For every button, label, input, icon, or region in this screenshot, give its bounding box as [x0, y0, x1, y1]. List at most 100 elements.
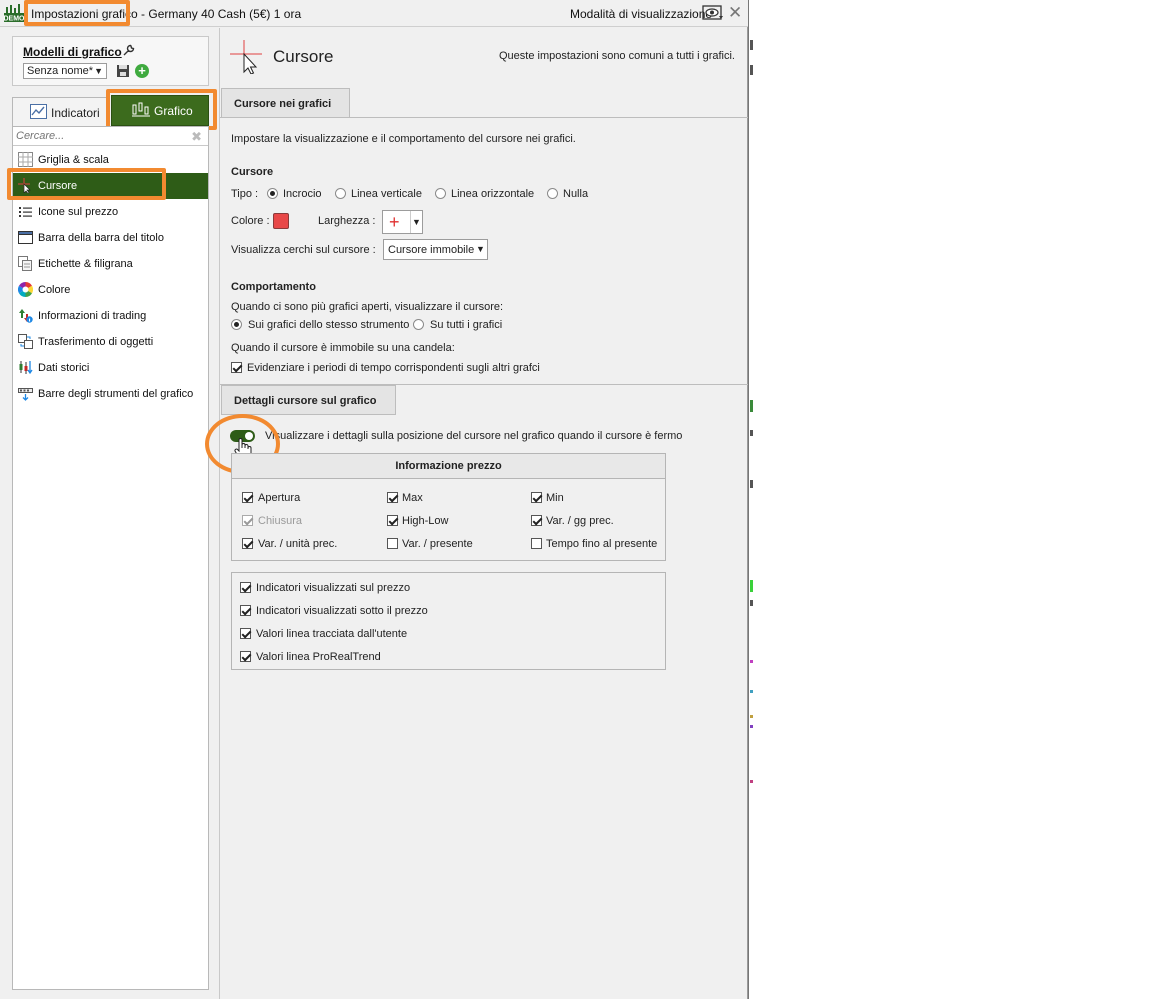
sidebar-item-chart-toolbars[interactable]: Barre degli strumenti del grafico — [13, 381, 208, 407]
sidebar: ✖ Griglia & scala Cursore Icone — [12, 126, 209, 990]
demo-logo-icon: DEMO — [4, 4, 25, 23]
color-swatch[interactable] — [273, 213, 289, 229]
sidebar-item-label: Dati storici — [38, 362, 90, 374]
highlight-periods-checkbox[interactable] — [231, 362, 242, 373]
cursor-details-label: Visualizzare i dettagli sulla posizione … — [265, 430, 683, 442]
type-radio-vertical[interactable] — [335, 188, 346, 199]
chevron-down-icon: ▼ — [410, 211, 422, 233]
section-tab-cursor-details: Dettagli cursore sul grafico — [221, 385, 396, 415]
price-info-checkbox-var-present[interactable] — [387, 538, 398, 549]
background-mark — [750, 65, 753, 75]
tab-indicators-label: Indicatori — [51, 106, 100, 120]
price-info-checkbox-close — [242, 515, 253, 526]
chevron-down-icon: ▼ — [476, 244, 485, 254]
extras-checkbox-prorealtrend[interactable] — [240, 651, 251, 662]
type-radio-none[interactable] — [547, 188, 558, 199]
price-info-checkbox-time-to-present[interactable] — [531, 538, 542, 549]
price-info-box: Informazione prezzo Apertura Max Min Chi… — [231, 453, 666, 561]
model-select-value: Senza nome* — [27, 65, 94, 77]
sidebar-item-label: Barra della barra del titolo — [38, 232, 164, 244]
sidebar-item-grid[interactable]: Griglia & scala — [13, 147, 208, 173]
type-radio-crosshair[interactable] — [267, 188, 278, 199]
chart-settings-icon — [132, 102, 150, 117]
extras-label: Valori linea tracciata dall'utente — [256, 628, 408, 640]
multi-radio-all-charts[interactable] — [413, 319, 424, 330]
extras-checkbox-indicators-below-price[interactable] — [240, 605, 251, 616]
price-info-checkbox-open[interactable] — [242, 492, 253, 503]
price-info-checkbox-max[interactable] — [387, 492, 398, 503]
sidebar-item-color[interactable]: Colore — [13, 277, 208, 303]
view-mode-label[interactable]: Modalità di visualizzazione — [570, 7, 712, 21]
page-note: Queste impostazioni sono comuni a tutti … — [498, 50, 735, 62]
background-mark — [750, 725, 753, 728]
sidebar-item-cursor[interactable]: Cursore — [13, 173, 208, 199]
eye-icon[interactable] — [702, 4, 724, 22]
labels-icon — [18, 256, 32, 271]
sidebar-item-title-bar[interactable]: Barra della barra del titolo — [13, 225, 208, 251]
extras-checkbox-indicators-on-price[interactable] — [240, 582, 251, 593]
price-info-checkbox-high-low[interactable] — [387, 515, 398, 526]
sidebar-item-historical-data[interactable]: Dati storici — [13, 355, 208, 381]
page-title: Cursore — [273, 47, 334, 66]
save-icon[interactable] — [116, 64, 130, 78]
multi-radio-same-instrument[interactable] — [231, 319, 242, 330]
multi-chart-question: Quando ci sono più grafici aperti, visua… — [231, 301, 504, 313]
type-option-label: Incrocio — [283, 188, 322, 200]
extras-label: Indicatori visualizzati sul prezzo — [256, 582, 411, 594]
background-mark — [750, 580, 753, 592]
historical-data-icon — [19, 361, 33, 375]
cursor-icon — [18, 178, 31, 193]
tab-chart[interactable]: Grafico — [111, 95, 209, 126]
price-info-label: Max — [402, 492, 423, 504]
indicators-icon — [30, 104, 47, 119]
price-info-label: Tempo fino al presente — [546, 538, 658, 550]
chart-models-title[interactable]: Modelli di grafico — [23, 45, 122, 59]
price-info-label: Var. / gg prec. — [546, 515, 614, 527]
sidebar-item-label: Informazioni di trading — [38, 310, 147, 322]
background-mark — [750, 690, 753, 693]
model-select[interactable]: Senza nome* ▼ — [23, 63, 107, 79]
tab-indicators[interactable]: Indicatori — [12, 97, 110, 126]
type-option-label: Linea orizzontale — [451, 188, 535, 200]
price-info-checkbox-var-prev-unit[interactable] — [242, 538, 253, 549]
price-info-label: High-Low — [402, 515, 449, 527]
search-input[interactable] — [13, 127, 208, 146]
price-info-label: Var. / presente — [402, 538, 473, 550]
close-icon[interactable]: ✕ — [728, 4, 742, 22]
type-radio-horizontal[interactable] — [435, 188, 446, 199]
grid-icon — [18, 152, 33, 167]
clear-search-icon[interactable]: ✖ — [191, 129, 202, 145]
add-icon[interactable]: + — [135, 64, 149, 78]
width-select[interactable]: + ▼ — [382, 210, 423, 234]
type-option-label: Nulla — [563, 188, 589, 200]
settings-window: DEMO Impostazioni grafico - Germany 40 C… — [0, 0, 748, 999]
price-info-label: Chiusura — [258, 515, 303, 527]
price-info-checkbox-min[interactable] — [531, 492, 542, 503]
extras-box: Indicatori visualizzati sul prezzo Indic… — [231, 572, 666, 670]
sidebar-item-price-icons[interactable]: Icone sul prezzo — [13, 199, 208, 225]
background-mark — [750, 480, 753, 488]
circles-select[interactable]: Cursore immobile ▼ — [383, 239, 488, 260]
background-mark — [750, 400, 753, 412]
title-bar: DEMO Impostazioni grafico - Germany 40 C… — [0, 0, 748, 27]
wrench-icon[interactable] — [122, 43, 136, 57]
sidebar-item-label: Cursore — [38, 180, 78, 192]
chevron-down-icon: ▼ — [94, 66, 103, 76]
toolbar-icon — [18, 388, 33, 401]
circles-label: Visualizza cerchi sul cursore : — [231, 244, 376, 256]
width-label: Larghezza : — [318, 215, 376, 227]
price-info-checkbox-var-prev-day[interactable] — [531, 515, 542, 526]
sidebar-item-label: Barre degli strumenti del grafico — [38, 388, 194, 400]
transfer-icon — [18, 334, 33, 349]
price-info-label: Var. / unità prec. — [258, 538, 338, 550]
extras-checkbox-user-lines[interactable] — [240, 628, 251, 639]
sidebar-item-labels[interactable]: Etichette & filigrana — [13, 251, 208, 277]
sidebar-item-transfer[interactable]: Trasferimento di oggetti — [13, 329, 208, 355]
sidebar-item-label: Griglia & scala — [38, 154, 109, 166]
still-cursor-question: Quando il cursore è immobile su una cand… — [231, 342, 455, 354]
section-tab-cursor-in-charts: Cursore nei grafici — [221, 88, 350, 118]
sidebar-item-trading-info[interactable]: Informazioni di trading — [13, 303, 208, 329]
sidebar-item-label: Etichette & filigrana — [38, 258, 133, 270]
extras-label: Valori linea ProRealTrend — [256, 651, 381, 663]
divider — [220, 117, 748, 118]
